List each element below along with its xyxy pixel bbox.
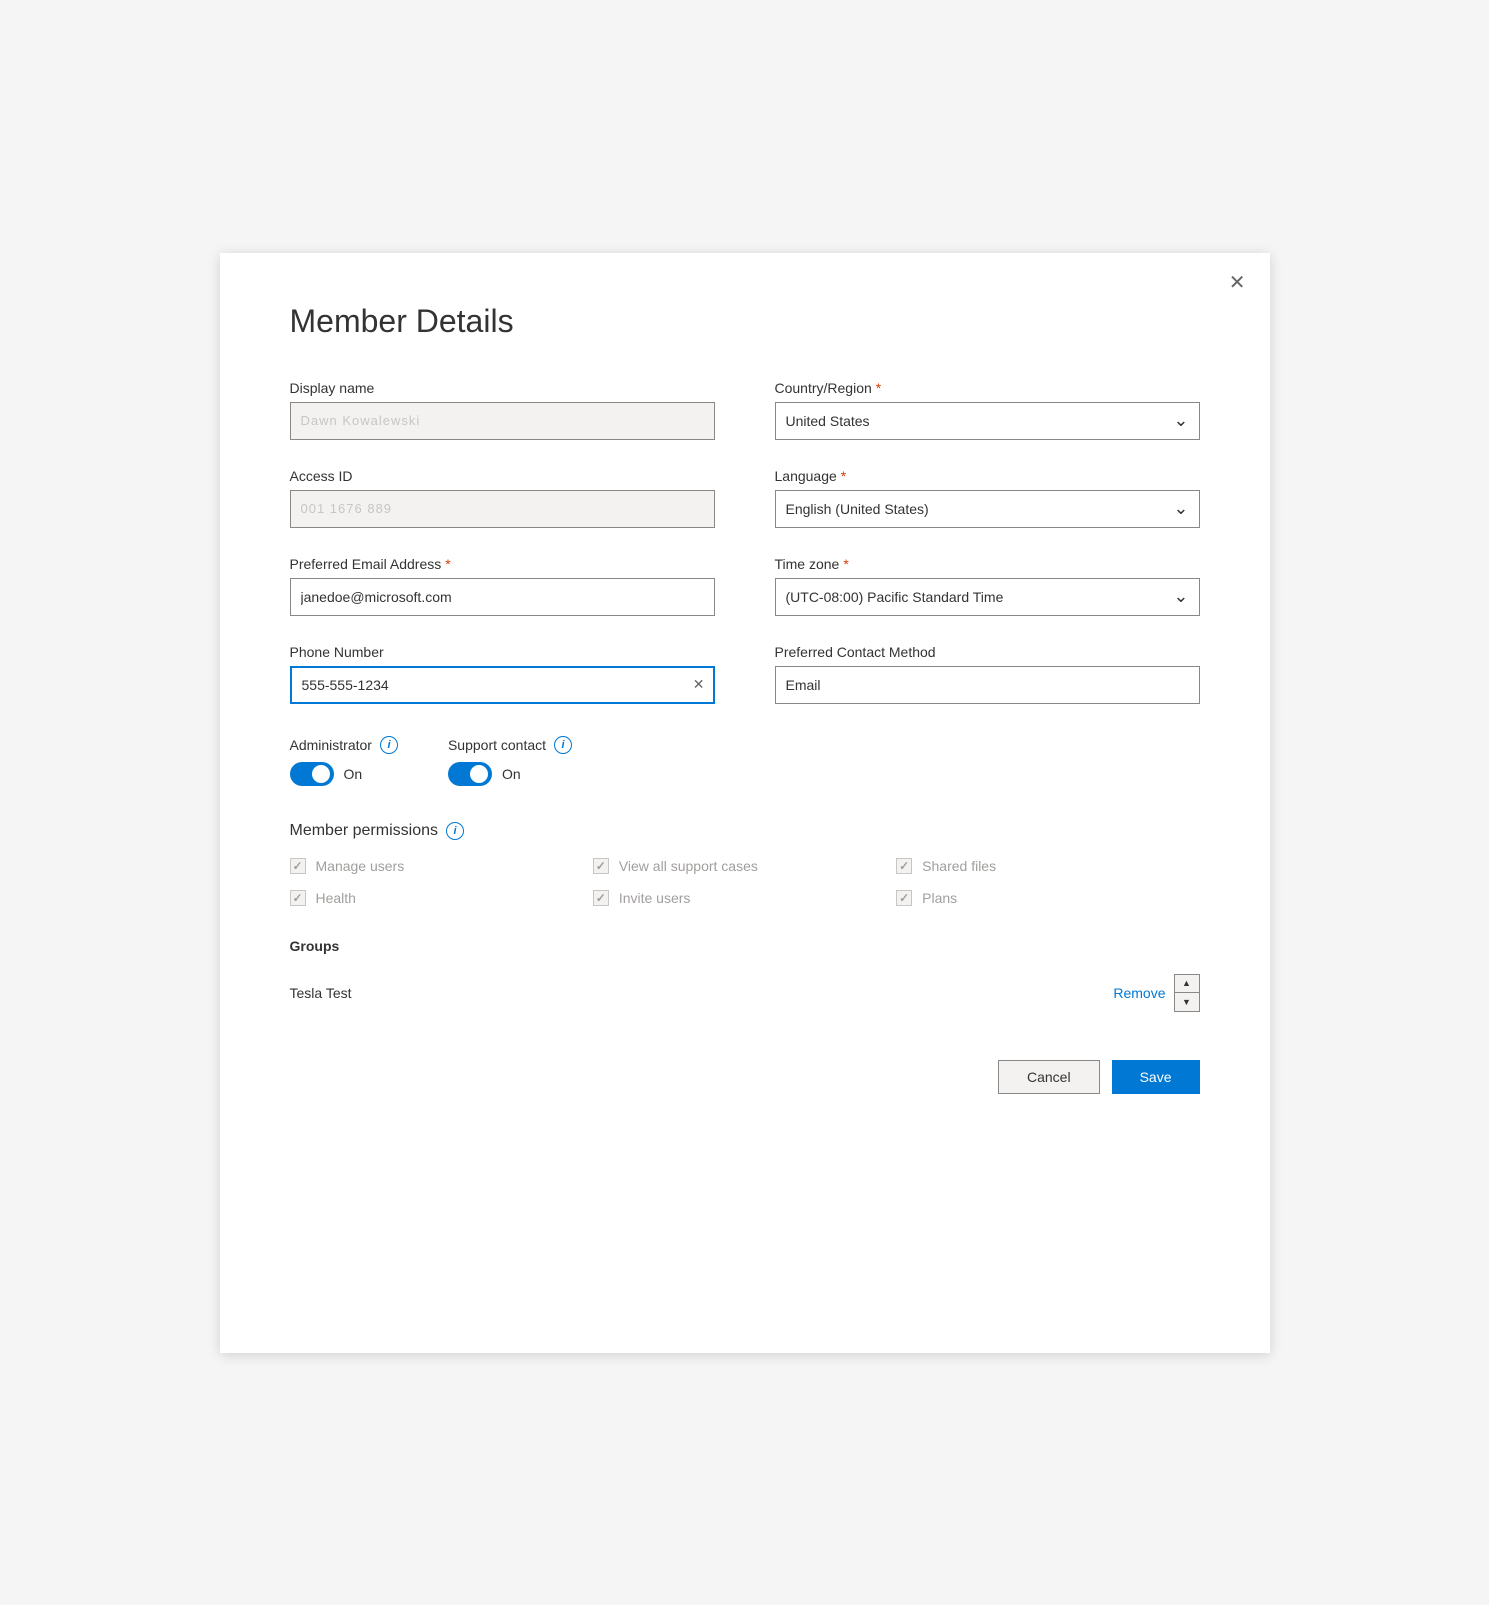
dialog-title: Member Details (290, 303, 1200, 340)
permissions-title: Member permissions i (290, 822, 1200, 840)
support-contact-label: Support contact (448, 737, 546, 753)
language-field: Language * English (United States) ⌄ (775, 468, 1200, 528)
support-contact-info-icon[interactable]: i (554, 736, 572, 754)
close-button[interactable]: ✕ (1229, 273, 1246, 293)
phone-input[interactable] (290, 666, 715, 704)
phone-clear-icon[interactable]: ✕ (693, 676, 705, 693)
toggles-section: Administrator i On Support contact i On (290, 736, 1200, 786)
member-details-dialog: ✕ Member Details Display name Country/Re… (220, 253, 1270, 1353)
health-label: Health (316, 890, 356, 906)
email-field: Preferred Email Address * (290, 556, 715, 616)
contact-method-label: Preferred Contact Method (775, 644, 1200, 660)
timezone-field: Time zone * (UTC-08:00) Pacific Standard… (775, 556, 1200, 616)
timezone-select[interactable]: (UTC-08:00) Pacific Standard Time ⌄ (775, 578, 1200, 616)
administrator-toggle-group: Administrator i On (290, 736, 398, 786)
phone-label: Phone Number (290, 644, 715, 660)
email-label: Preferred Email Address * (290, 556, 715, 572)
language-label: Language * (775, 468, 1200, 484)
dialog-footer: Cancel Save (290, 1060, 1200, 1094)
save-button[interactable]: Save (1112, 1060, 1200, 1094)
permissions-info-icon[interactable]: i (446, 822, 464, 840)
phone-input-wrapper: ✕ (290, 666, 715, 704)
required-asterisk: * (841, 468, 846, 484)
plans-label: Plans (922, 890, 957, 906)
chevron-down-icon: ⌄ (1173, 498, 1188, 519)
country-region-label: Country/Region * (775, 380, 1200, 396)
shared-files-label: Shared files (922, 858, 996, 874)
display-name-label: Display name (290, 380, 715, 396)
permission-invite-users: ✓ Invite users (593, 890, 896, 906)
cancel-button[interactable]: Cancel (998, 1060, 1100, 1094)
access-id-input[interactable] (290, 490, 715, 528)
form-grid: Display name Country/Region * United Sta… (290, 380, 1200, 704)
permission-view-support-cases: ✓ View all support cases (593, 858, 896, 874)
group-name: Tesla Test (290, 985, 352, 1001)
sort-down-button[interactable]: ▼ (1175, 993, 1199, 1011)
email-input[interactable] (290, 578, 715, 616)
plans-checkbox[interactable]: ✓ (896, 890, 912, 906)
permissions-grid: ✓ Manage users ✓ View all support cases … (290, 858, 1200, 906)
groups-section: Groups Tesla Test Remove ▲ ▼ (290, 938, 1200, 1020)
access-id-field: Access ID (290, 468, 715, 528)
manage-users-checkbox[interactable]: ✓ (290, 858, 306, 874)
group-actions: Remove ▲ ▼ (1113, 974, 1199, 1012)
sort-up-button[interactable]: ▲ (1175, 975, 1199, 993)
permission-health: ✓ Health (290, 890, 593, 906)
groups-title: Groups (290, 938, 1200, 954)
support-contact-label-row: Support contact i (448, 736, 572, 754)
shared-files-checkbox[interactable]: ✓ (896, 858, 912, 874)
access-id-label: Access ID (290, 468, 715, 484)
country-region-select[interactable]: United States ⌄ (775, 402, 1200, 440)
language-select[interactable]: English (United States) ⌄ (775, 490, 1200, 528)
administrator-info-icon[interactable]: i (380, 736, 398, 754)
required-asterisk: * (445, 556, 450, 572)
administrator-label: Administrator (290, 737, 372, 753)
contact-method-field: Preferred Contact Method (775, 644, 1200, 704)
support-contact-toggle-row: On (448, 762, 572, 786)
administrator-label-row: Administrator i (290, 736, 398, 754)
group-item: Tesla Test Remove ▲ ▼ (290, 966, 1200, 1020)
permission-plans: ✓ Plans (896, 890, 1199, 906)
invite-users-label: Invite users (619, 890, 691, 906)
administrator-toggle[interactable] (290, 762, 334, 786)
country-region-field: Country/Region * United States ⌄ (775, 380, 1200, 440)
display-name-field: Display name (290, 380, 715, 440)
remove-group-link[interactable]: Remove (1113, 985, 1165, 1001)
chevron-down-icon: ⌄ (1173, 410, 1188, 431)
health-checkbox[interactable]: ✓ (290, 890, 306, 906)
timezone-label: Time zone * (775, 556, 1200, 572)
support-contact-toggle[interactable] (448, 762, 492, 786)
sort-buttons: ▲ ▼ (1174, 974, 1200, 1012)
permission-manage-users: ✓ Manage users (290, 858, 593, 874)
view-support-cases-label: View all support cases (619, 858, 758, 874)
contact-method-input[interactable] (775, 666, 1200, 704)
administrator-status: On (344, 766, 363, 782)
manage-users-label: Manage users (316, 858, 405, 874)
support-contact-toggle-group: Support contact i On (448, 736, 572, 786)
display-name-input[interactable] (290, 402, 715, 440)
permissions-section: Member permissions i ✓ Manage users ✓ Vi… (290, 822, 1200, 906)
support-contact-status: On (502, 766, 521, 782)
required-asterisk: * (843, 556, 848, 572)
permission-shared-files: ✓ Shared files (896, 858, 1199, 874)
required-asterisk: * (876, 380, 881, 396)
chevron-down-icon: ⌄ (1173, 586, 1188, 607)
administrator-toggle-row: On (290, 762, 398, 786)
view-support-cases-checkbox[interactable]: ✓ (593, 858, 609, 874)
phone-field: Phone Number ✕ (290, 644, 715, 704)
invite-users-checkbox[interactable]: ✓ (593, 890, 609, 906)
